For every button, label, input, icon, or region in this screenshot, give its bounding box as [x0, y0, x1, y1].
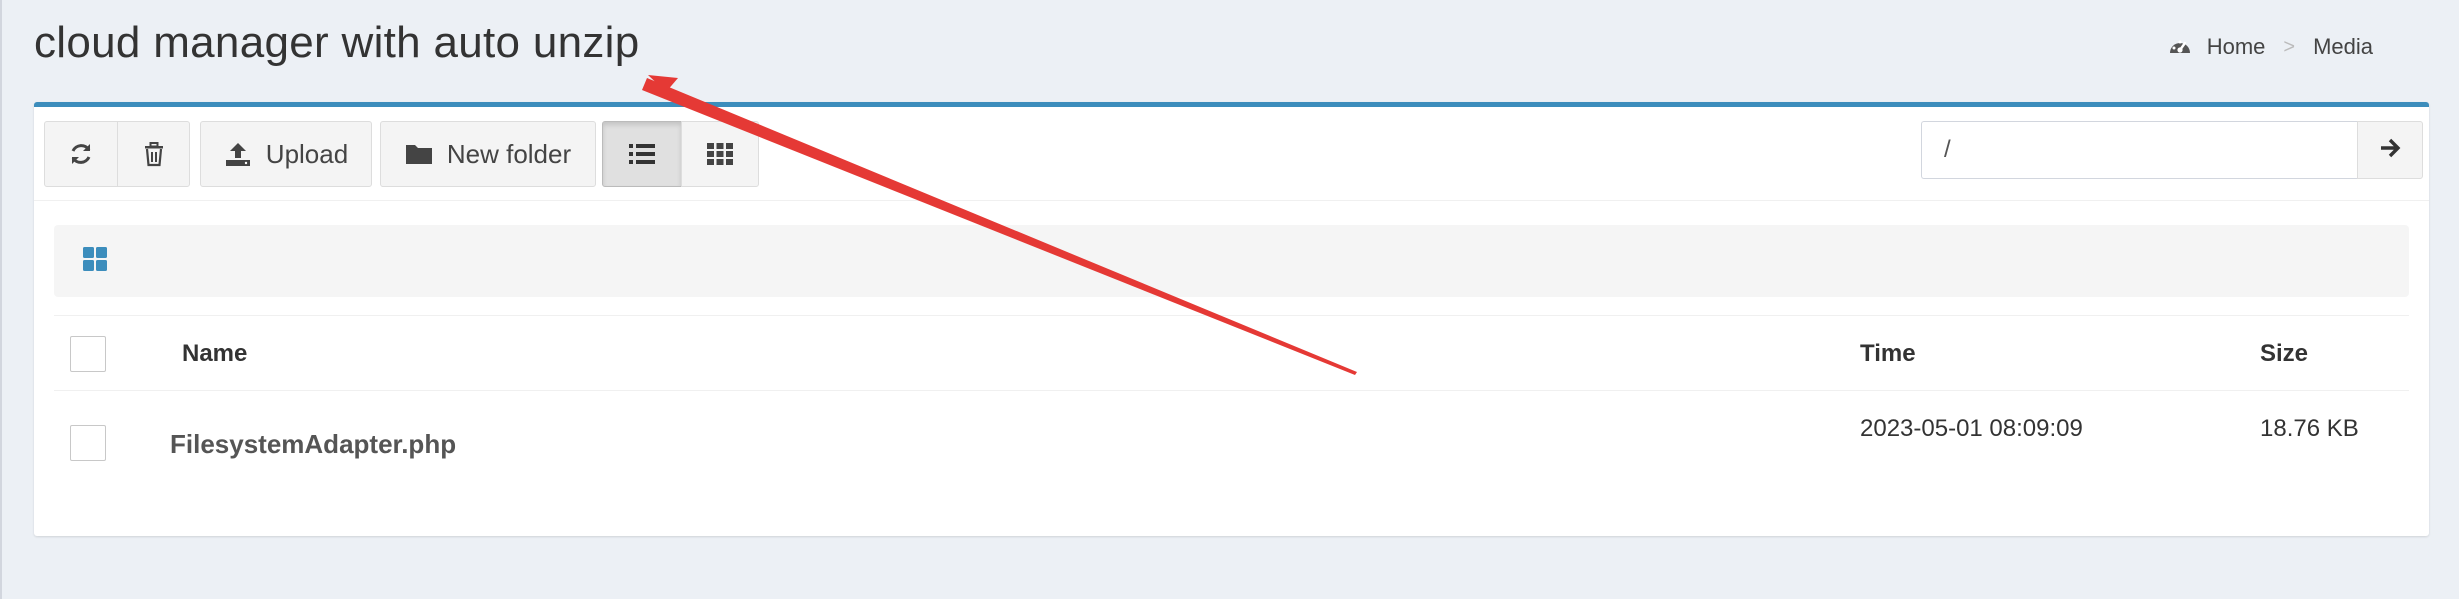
column-header-name: Name — [182, 340, 248, 367]
trash-icon — [142, 141, 166, 167]
file-time: 2023-05-01 08:09:09 — [1860, 415, 2083, 442]
dashboard-icon — [2167, 34, 2193, 60]
file-table: Name Time Size FilesystemAdapter.php 202… — [54, 315, 2409, 481]
path-input[interactable] — [1921, 121, 2357, 179]
file-name-link[interactable]: FilesystemAdapter.php — [170, 429, 456, 460]
list-icon — [628, 142, 656, 166]
page: cloud manager with auto unzip Home > Med… — [0, 0, 2459, 599]
page-title: cloud manager with auto unzip — [34, 18, 640, 67]
file-size: 18.76 KB — [2260, 415, 2359, 442]
grid-icon — [706, 142, 734, 166]
breadcrumb-current: Media — [2313, 34, 2373, 59]
folder-icon — [405, 142, 433, 166]
list-view-button[interactable] — [602, 121, 682, 187]
refresh-icon — [68, 141, 94, 167]
column-header-time: Time — [1860, 340, 1916, 367]
go-button[interactable] — [2357, 121, 2423, 179]
arrow-right-icon — [2379, 137, 2401, 164]
media-manager-box: Upload New folder / Name Time Size Files… — [34, 102, 2429, 536]
delete-button[interactable] — [117, 121, 190, 187]
upload-label: Upload — [265, 138, 349, 169]
table-row[interactable]: FilesystemAdapter.php 2023-05-01 08:09:0… — [54, 391, 2409, 481]
path-breadcrumb-bar — [54, 225, 2409, 297]
grid-view-button[interactable] — [681, 121, 759, 187]
toolbar: Upload New folder — [34, 107, 2429, 201]
content-header: cloud manager with auto unzip Home > Med… — [2, 0, 2459, 100]
grid-small-icon[interactable] — [82, 246, 108, 277]
column-header-size: Size — [2260, 340, 2309, 367]
upload-button[interactable]: Upload — [200, 121, 372, 187]
new-folder-label: New folder — [446, 138, 572, 169]
refresh-button[interactable] — [44, 121, 118, 187]
table-header: Name Time Size — [54, 315, 2409, 391]
new-folder-button[interactable]: New folder — [380, 121, 596, 187]
breadcrumb: Home > Media — [2167, 34, 2373, 60]
row-checkbox[interactable] — [70, 425, 106, 461]
upload-icon — [224, 141, 252, 167]
select-all-checkbox[interactable] — [70, 336, 106, 372]
breadcrumb-home[interactable]: Home — [2207, 34, 2266, 60]
breadcrumb-separator: > — [2283, 35, 2296, 58]
